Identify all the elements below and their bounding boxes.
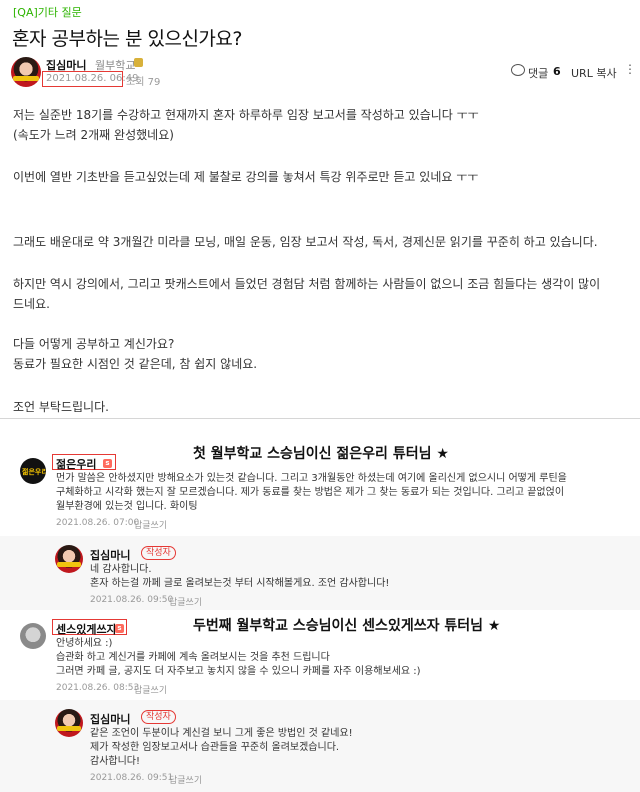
- comment-text-line: 습관화 하고 계신거를 카페에 계속 올려보시는 것을 추천 드립니다: [56, 652, 330, 663]
- reply-text-line: 같은 조언이 두분이나 계신걸 보니 그게 좋은 방법인 것 같네요!: [90, 728, 353, 739]
- comment-text-line: 월부환경에 있는것 입니다. 화이팅: [56, 501, 198, 512]
- reply-text-line: 혼자 하는걸 까페 글로 올려보는것 부터 시작해볼게요. 조언 감사합니다!: [90, 578, 390, 589]
- commenter-name[interactable]: 센스있게쓰자: [56, 621, 117, 637]
- comment-text-line: 그러면 카페 글, 공지도 더 자주보고 놓치지 않을 수 있으니 카페를 자주…: [56, 666, 421, 677]
- body-line-5: 하지만 역시 강의에서, 그리고 팟캐스트에서 들었던 경험담 처럼 함께하는 …: [13, 277, 601, 291]
- commenter-name[interactable]: 젊은우리: [56, 456, 96, 472]
- body-line-9: 조언 부탁드립니다.: [13, 400, 109, 414]
- comment-icon[interactable]: [511, 64, 525, 76]
- comment-text-line: 안녕하세요 :): [56, 638, 113, 649]
- more-options-icon[interactable]: ⋮: [624, 62, 636, 76]
- reply-button[interactable]: 답글쓰기: [169, 595, 202, 608]
- comment-count[interactable]: 6: [553, 65, 561, 78]
- annotation-first-tutor: 첫 월부학교 스승님이신 젊은우리 튜터님 ★: [193, 446, 449, 462]
- body-line-2: (속도가 느려 2개째 완성했네요): [13, 128, 174, 142]
- reply-button[interactable]: 답글쓰기: [134, 683, 167, 696]
- reply-text-line: 감사합니다!: [90, 756, 141, 767]
- comment-text-line: 구체화하고 시각화 했는지 잘 모르겠습니다. 제가 동료를 찾는 방법은 제가…: [56, 487, 565, 498]
- writer-badge: 작성자: [141, 710, 176, 724]
- section-divider: [0, 418, 640, 419]
- body-line-6: 드네요.: [13, 297, 50, 311]
- body-line-8: 동료가 필요한 시점인 것 같은데, 참 쉽지 않네요.: [13, 357, 258, 371]
- writer-badge: 작성자: [141, 546, 176, 560]
- author-avatar[interactable]: [11, 57, 41, 87]
- reply-author-name[interactable]: 집심마니: [90, 711, 130, 727]
- post-views: 조회 79: [126, 77, 161, 88]
- reply-text-line: 제가 작성한 임장보고서나 습관들을 꾸준히 올려보겠습니다.: [90, 742, 340, 753]
- reply-button[interactable]: 답글쓰기: [169, 773, 202, 786]
- commenter-avatar[interactable]: 젊은우리: [20, 458, 46, 484]
- reply-text-line: 네 감사합니다.: [90, 564, 152, 575]
- tutor-badge: s: [103, 459, 112, 468]
- post-date: 2021.08.26. 06:49: [46, 73, 139, 84]
- body-line-3: 이번에 열반 기초반을 듣고싶었는데 제 불찰로 강의를 놓쳐서 특강 위주로만…: [13, 170, 479, 184]
- annotation-second-tutor: 두번째 월부학교 스승님이신 센스있게쓰자 튜터님 ★: [193, 618, 501, 634]
- comment-date: 2021.08.26. 07:00: [56, 518, 140, 528]
- reply-button[interactable]: 답글쓰기: [134, 518, 167, 531]
- tutor-badge: s: [115, 624, 124, 633]
- avatar-label: 젊은우리: [22, 468, 46, 476]
- body-line-1: 저는 실준반 18기를 수강하고 현재까지 혼자 하루하루 임장 보고서를 작성…: [13, 108, 479, 122]
- comment-text-line: 먼가 말씀은 안하셨지만 방해요소가 있는것 같습니다. 그리고 3개월동안 하…: [56, 473, 567, 484]
- body-line-4: 그래도 배운대로 약 3개월간 미라클 모닝, 매일 운동, 임장 보고서 작성…: [13, 235, 598, 249]
- comment-label[interactable]: 댓글: [528, 65, 548, 81]
- commenter-avatar[interactable]: [20, 623, 46, 649]
- author-avatar[interactable]: [55, 545, 83, 573]
- author-avatar[interactable]: [55, 709, 83, 737]
- reply-author-name[interactable]: 집심마니: [90, 547, 130, 563]
- post-title: 혼자 공부하는 분 있으신가요?: [12, 28, 242, 50]
- level-badge-icon: [134, 58, 143, 67]
- comment-date: 2021.08.26. 08:53: [56, 683, 140, 693]
- body-line-7: 다들 어떻게 공부하고 계신가요?: [13, 337, 175, 351]
- url-copy-button[interactable]: URL 복사: [571, 65, 617, 81]
- post-category-link[interactable]: [QA]기타 질문: [13, 4, 82, 20]
- reply-date: 2021.08.26. 09:51: [90, 773, 174, 783]
- reply-date: 2021.08.26. 09:50: [90, 595, 174, 605]
